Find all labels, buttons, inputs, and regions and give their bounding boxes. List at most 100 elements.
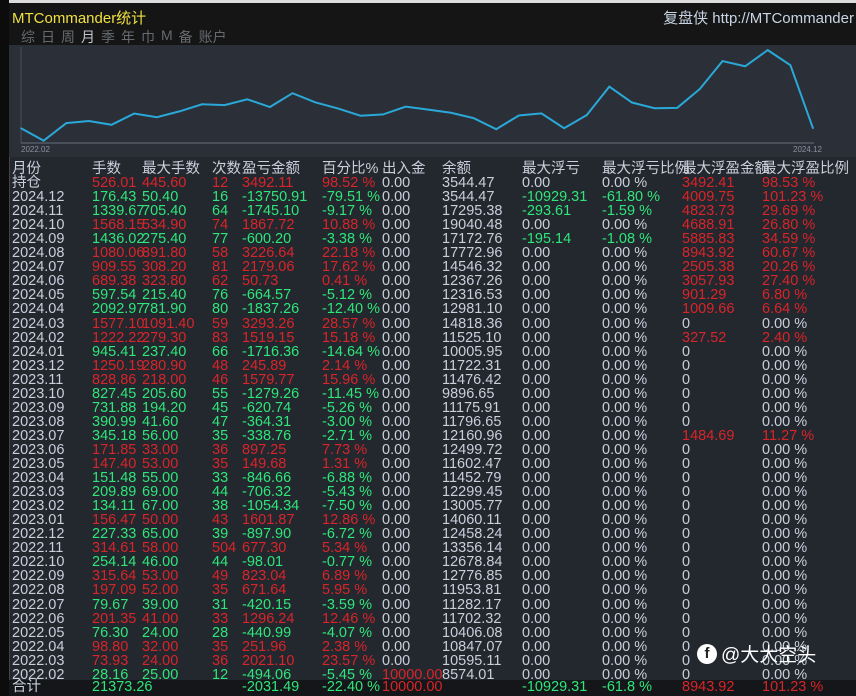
cell-max-float-loss-pct: 0.00 % [602, 624, 648, 641]
cell-max-lots: 56.00 [142, 427, 179, 444]
cell-max-float-profit-pct: 0.00 % [762, 540, 808, 557]
cell-pct: 23.57 % [322, 652, 376, 669]
cell-month: 2024.02 [12, 329, 65, 346]
tab-6[interactable]: 巾 [141, 27, 155, 47]
cell-count: 45 [212, 399, 229, 416]
cell-lots: 209.89 [92, 484, 137, 501]
cell-max-float-loss-pct: 0.00 % [602, 259, 648, 276]
table-row: 2024.12 176.43 50.40 16 -13750.91 -79.51 % 0.0… [9, 189, 856, 206]
table-row: 2022.10 254.14 46.00 44 -98.01 -0.77 % 0.00 126… [9, 554, 856, 571]
cell-month: 2022.03 [12, 652, 65, 669]
cell-month: 2023.08 [12, 413, 65, 430]
cell-count: 49 [212, 568, 229, 585]
balance-point [744, 65, 746, 68]
cell-balance: 12776.85 [442, 568, 503, 585]
cell-lots: 147.40 [92, 456, 137, 472]
cell-pct: 22.18 % [322, 245, 376, 262]
cell-month: 月份 [12, 161, 41, 177]
cell-max-float-profit-pct: 0.00 % [762, 610, 808, 627]
cell-month: 2024.05 [12, 287, 65, 304]
table-row: 2023.06 171.85 33.00 36 897.25 7.73 % 0.00 1249… [9, 441, 856, 458]
tab-9[interactable]: 账户 [199, 27, 227, 47]
cell-lots: 98.80 [92, 638, 129, 655]
cell-max-float-loss: 0.00 [522, 315, 551, 332]
balance-point [88, 120, 90, 122]
cell-pnl: -364.31 [242, 413, 292, 430]
cell-month: 2023.09 [12, 399, 65, 416]
tab-2[interactable]: 周 [61, 27, 75, 47]
tab-7[interactable]: M [161, 27, 173, 47]
cell-in-out: 0.00 [382, 245, 411, 262]
cell-month: 2024.12 [12, 189, 65, 206]
cell-max-float-profit: 0 [682, 470, 691, 487]
cell-max-float-loss: 0.00 [522, 357, 551, 374]
cell-balance: 11476.42 [442, 371, 502, 388]
balance-point [472, 117, 475, 119]
cell-balance: 12499.72 [442, 441, 503, 458]
cell-max-float-loss-pct: -61.80 % [602, 189, 661, 206]
cell-month: 2024.01 [12, 343, 65, 360]
cell-balance: 14060.11 [442, 512, 502, 529]
cell-balance: 11722.31 [442, 357, 502, 374]
cell-month: 2022.05 [12, 624, 65, 641]
cell-lots: 156.47 [92, 512, 137, 529]
cell-max-float-loss-pct: 0.00 % [602, 427, 648, 444]
balance-point [585, 114, 588, 116]
cell-in-out: 出入金 [382, 161, 426, 177]
cell-max-float-loss-pct: 0.00 % [602, 441, 648, 458]
cell-balance: 11282.17 [442, 596, 502, 613]
cell-pct: 12.46 % [322, 610, 376, 627]
watermark: f @大大空头 [697, 640, 816, 667]
cell-max-float-profit: 901.29 [682, 287, 727, 304]
cell-pnl: -664.57 [242, 287, 292, 304]
cell-count: 504 [212, 540, 237, 557]
cell-max-float-profit: 0 [682, 568, 691, 585]
cell-pnl: 823.04 [242, 568, 287, 585]
cell-month: 2024.08 [12, 245, 65, 262]
cell-pct: 98.52 % [322, 175, 376, 191]
tab-8[interactable]: 备 [179, 27, 193, 47]
cell-max-float-loss: 0.00 [522, 273, 551, 290]
tab-4[interactable]: 季 [101, 27, 115, 47]
cell-month: 2022.12 [12, 526, 65, 543]
cell-lots: 1080.06 [92, 245, 145, 262]
cell-max-lots: 218.00 [142, 371, 187, 388]
cell-pct: -79.51 % [322, 189, 381, 206]
cell-balance: 12299.45 [442, 484, 503, 501]
tab-1[interactable]: 日 [41, 27, 55, 47]
cell-in-out: 0.00 [382, 259, 411, 276]
cell-pnl: -98.01 [242, 554, 284, 571]
cell-max-float-profit-pct: 0.00 % [762, 456, 808, 472]
table-row: 2023.04 151.48 55.00 33 -846.66 -6.88 % 0.00 11… [9, 470, 856, 487]
cell-max-float-profit: 3057.93 [682, 273, 735, 290]
cell-in-out: 0.00 [382, 203, 411, 220]
cell-balance: 12458.24 [442, 526, 503, 543]
cell-count: 55 [212, 385, 229, 402]
cell-in-out: 0.00 [382, 456, 411, 472]
cell-count: 47 [212, 413, 229, 430]
cell-max-lots: 237.40 [142, 343, 187, 360]
app-title: MTCommander统计 [12, 10, 147, 27]
cell-month: 2022.11 [12, 540, 64, 557]
cell-pnl: 1579.77 [242, 371, 295, 388]
cell-max-float-loss: 0.00 [522, 512, 551, 529]
cell-count: 35 [212, 582, 229, 599]
table-row: 2023.09 731.88 194.20 45 -620.74 -5.26 % 0.00 1… [9, 399, 856, 416]
tab-0[interactable]: 综 [21, 27, 35, 47]
cell-max-float-profit-pct: 0.00 % [762, 399, 808, 416]
tab-3[interactable]: 月 [81, 27, 95, 47]
cell-pct: 7.73 % [322, 441, 368, 458]
cell-lots: 828.86 [92, 371, 137, 388]
cell-max-float-loss-pct: 0.00 % [602, 484, 648, 501]
cell-month: 2022.04 [12, 638, 65, 655]
cell-max-float-loss: -10929.31 [522, 679, 588, 695]
tab-5[interactable]: 年 [121, 27, 135, 47]
table-row: 2022.08 197.09 52.00 35 671.64 5.95 % 0.00 1195… [9, 582, 856, 599]
brand-link[interactable]: 复盘侠 http://MTCommander [663, 7, 854, 28]
cell-max-lots: 308.20 [142, 259, 187, 276]
balance-point [676, 107, 679, 109]
cell-max-float-loss: 0.00 [522, 385, 551, 402]
cell-max-float-profit-pct: 0.00 % [762, 484, 808, 501]
cell-month: 2022.06 [12, 610, 65, 627]
table-row: 2022.12 227.33 65.00 39 -897.90 -6.72 % 0.00 12… [9, 526, 856, 543]
